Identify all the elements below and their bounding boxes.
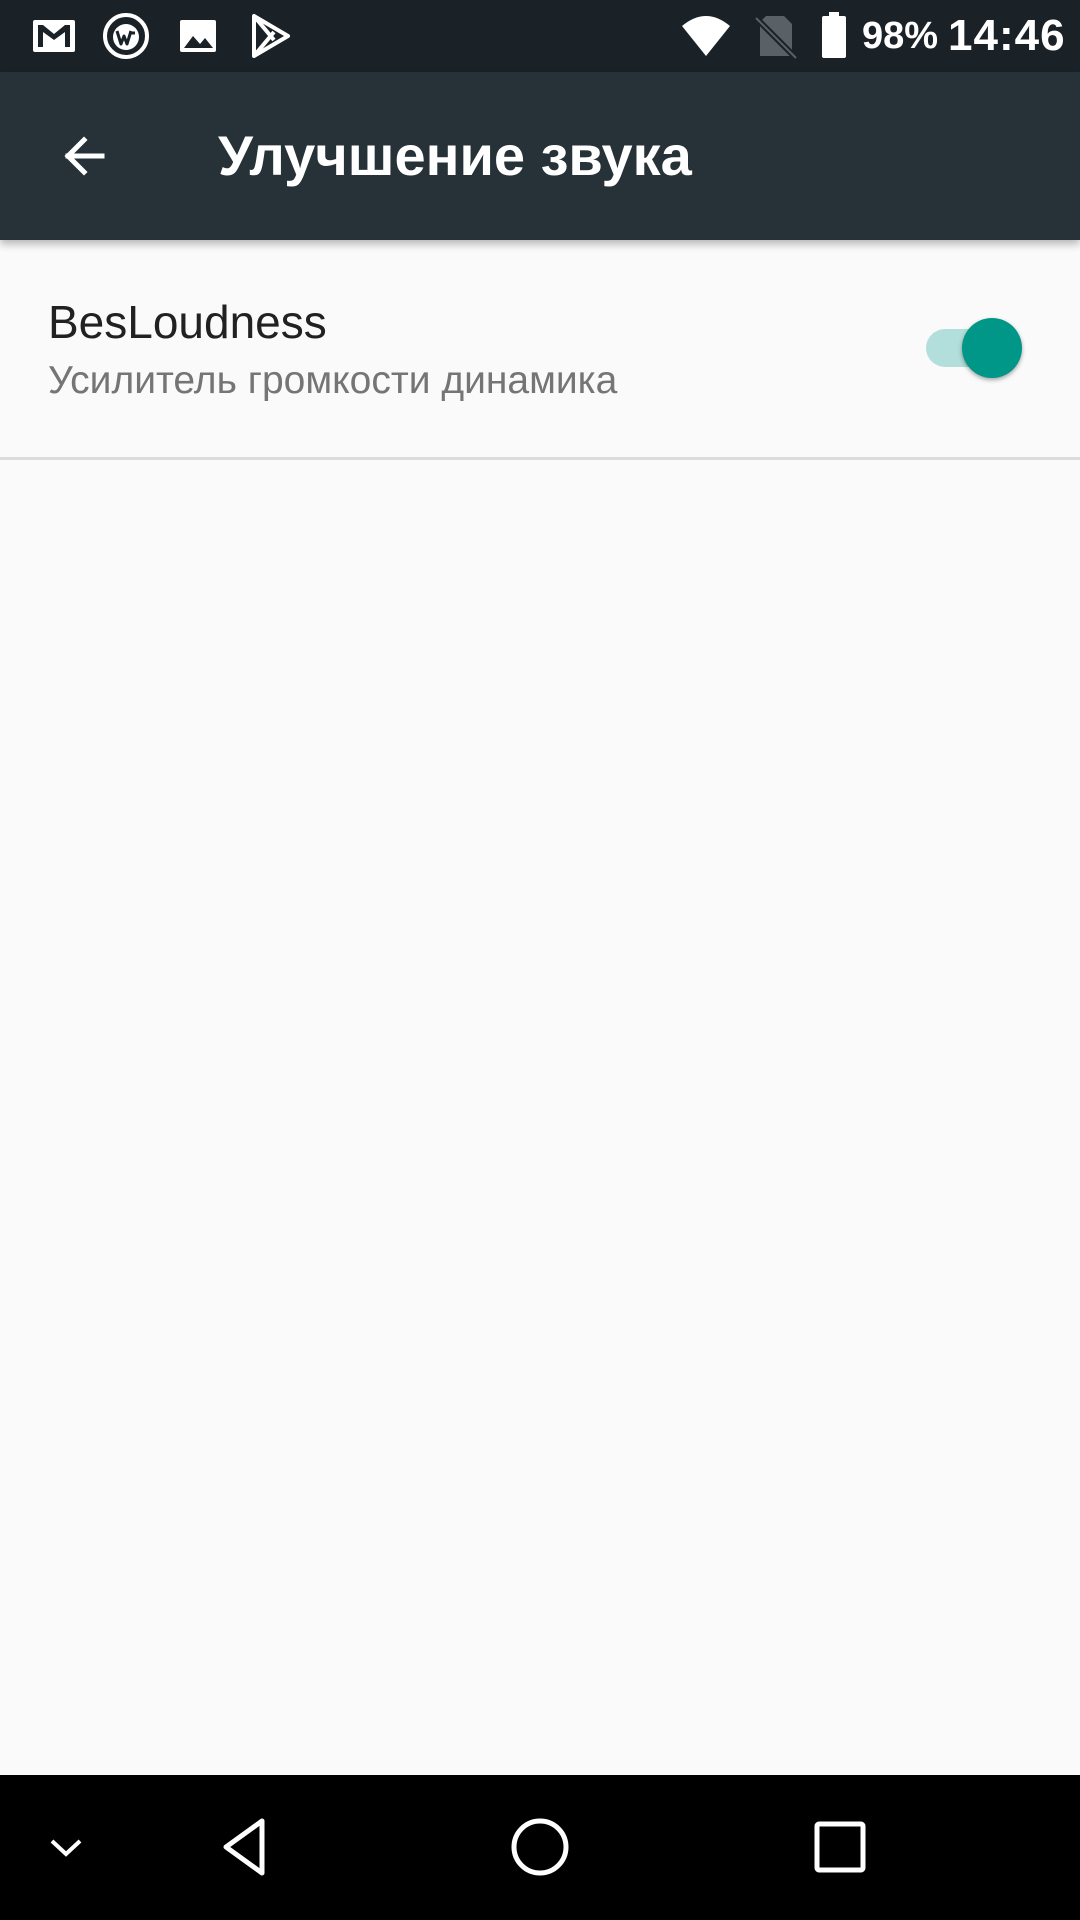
wifi-icon bbox=[682, 16, 730, 56]
divider bbox=[0, 457, 1080, 460]
play-store-icon bbox=[252, 14, 290, 58]
recents-button[interactable] bbox=[790, 1797, 890, 1897]
page-title: Улучшение звука bbox=[218, 124, 692, 187]
app-bar: Улучшение звука bbox=[0, 72, 1080, 240]
wps-office-icon bbox=[103, 13, 149, 59]
navigation-bar bbox=[0, 1775, 1080, 1920]
status-clock: 14:46 bbox=[948, 11, 1066, 60]
preference-list: BesLoudness Усилитель громкости динамика bbox=[0, 240, 1080, 1775]
gmail-icon bbox=[33, 20, 75, 52]
back-triangle-icon bbox=[223, 1818, 265, 1876]
home-button[interactable] bbox=[490, 1797, 590, 1897]
nav-back-button[interactable] bbox=[196, 1797, 296, 1897]
battery-icon bbox=[822, 12, 846, 58]
arrow-back-icon bbox=[64, 136, 105, 176]
battery-percentage: 98% bbox=[862, 15, 939, 57]
preference-title: BesLoudness bbox=[48, 296, 327, 348]
preference-besloudness[interactable]: BesLoudness Усилитель громкости динамика bbox=[0, 240, 1080, 458]
gallery-icon bbox=[180, 20, 216, 52]
no-sim-icon bbox=[753, 15, 799, 61]
preference-summary: Усилитель громкости динамика bbox=[48, 359, 618, 402]
recents-square-icon bbox=[814, 1821, 866, 1873]
status-bar: 98% 14:46 bbox=[0, 0, 1080, 72]
back-button[interactable] bbox=[42, 114, 126, 198]
switch-thumb bbox=[962, 318, 1022, 378]
chevron-down-icon bbox=[50, 1839, 82, 1857]
home-circle-icon bbox=[511, 1818, 569, 1876]
besloudness-switch[interactable] bbox=[924, 318, 1024, 378]
hide-keyboard-button[interactable] bbox=[16, 1797, 116, 1897]
